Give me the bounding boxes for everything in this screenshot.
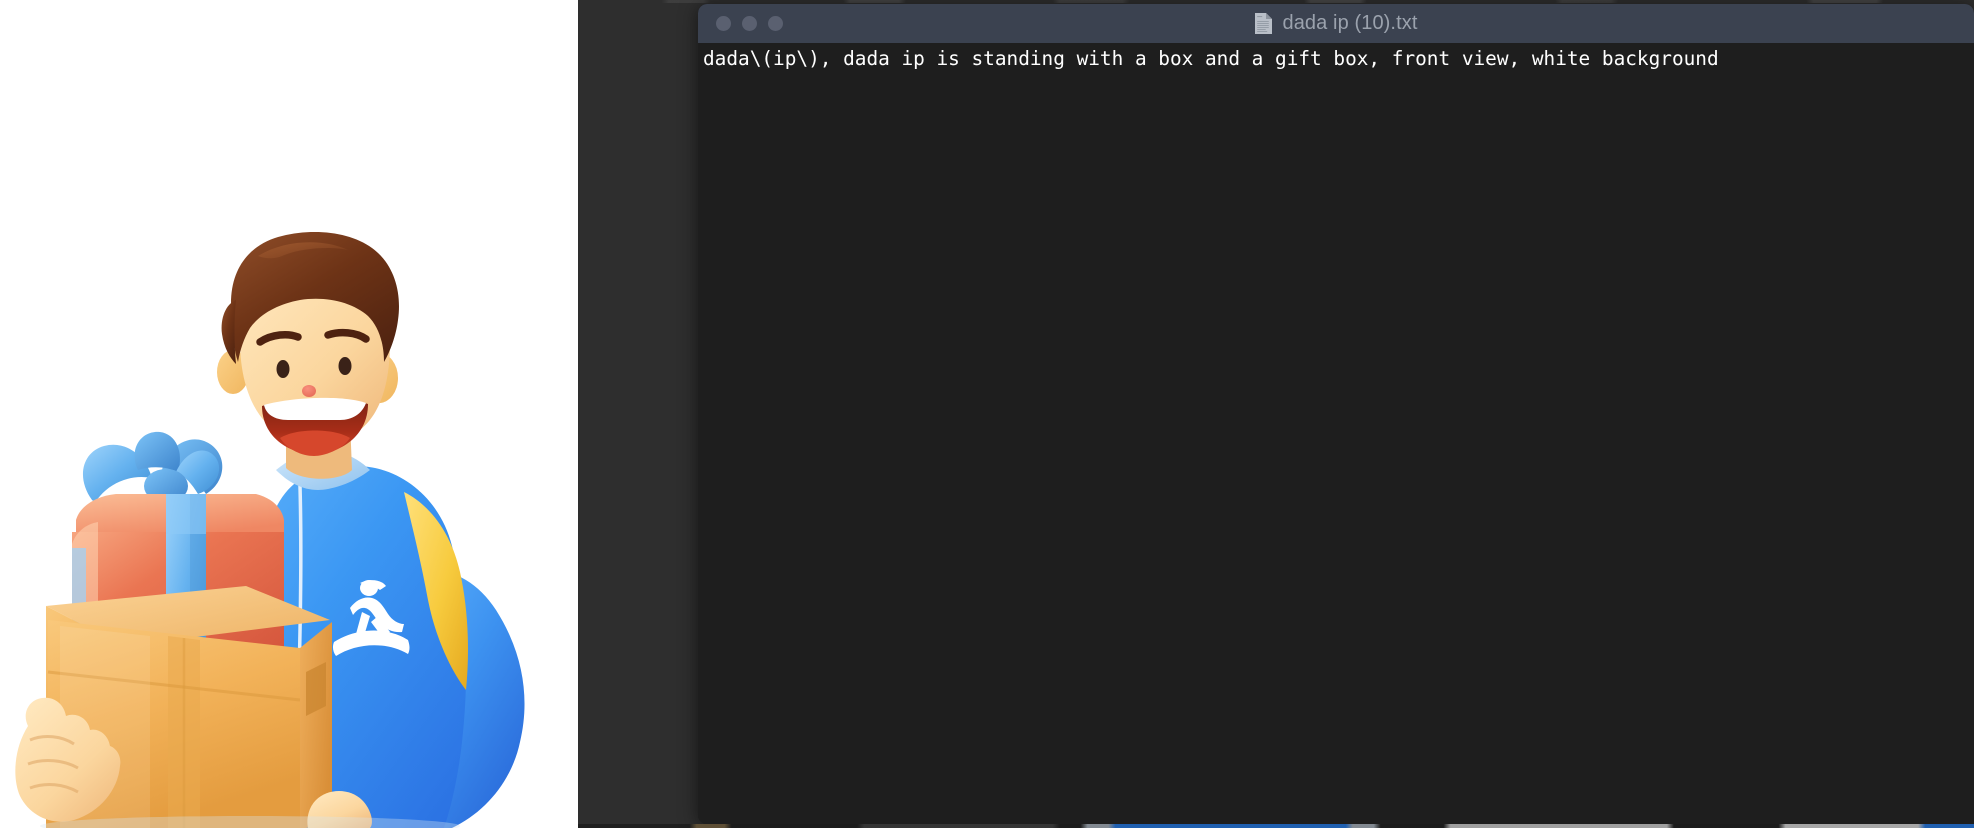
screen: dada ip (10).txt dada\(ip\), dada ip is … — [0, 0, 1974, 828]
window-title-bar[interactable]: dada ip (10).txt — [698, 4, 1974, 43]
document-text-line[interactable]: dada\(ip\), dada ip is standing with a b… — [698, 43, 1974, 71]
window-title-group: dada ip (10).txt — [698, 4, 1974, 43]
window-title-text: dada ip (10).txt — [1282, 12, 1418, 34]
courier-character-illustration — [0, 0, 578, 828]
window-controls — [698, 16, 783, 31]
maximize-button[interactable] — [768, 16, 783, 31]
close-button[interactable] — [716, 16, 731, 31]
image-preview-panel — [0, 0, 578, 828]
taskbar-sliver — [578, 824, 1974, 828]
minimize-button[interactable] — [742, 16, 757, 31]
editor-content-area[interactable]: dada\(ip\), dada ip is standing with a b… — [698, 43, 1974, 824]
document-icon — [1255, 13, 1273, 34]
background-window-sliver — [578, 0, 1974, 3]
text-editor-window[interactable]: dada ip (10).txt dada\(ip\), dada ip is … — [698, 4, 1974, 824]
